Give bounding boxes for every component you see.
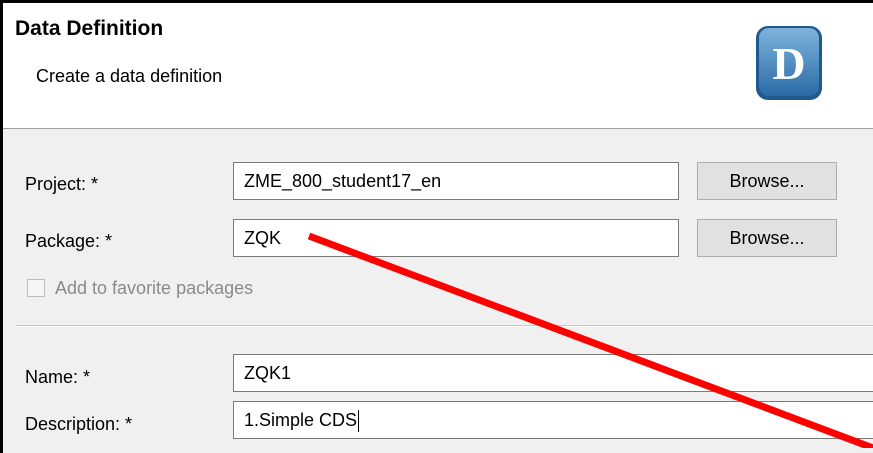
annotation-arrow <box>307 232 873 448</box>
annotation-line <box>307 232 873 448</box>
